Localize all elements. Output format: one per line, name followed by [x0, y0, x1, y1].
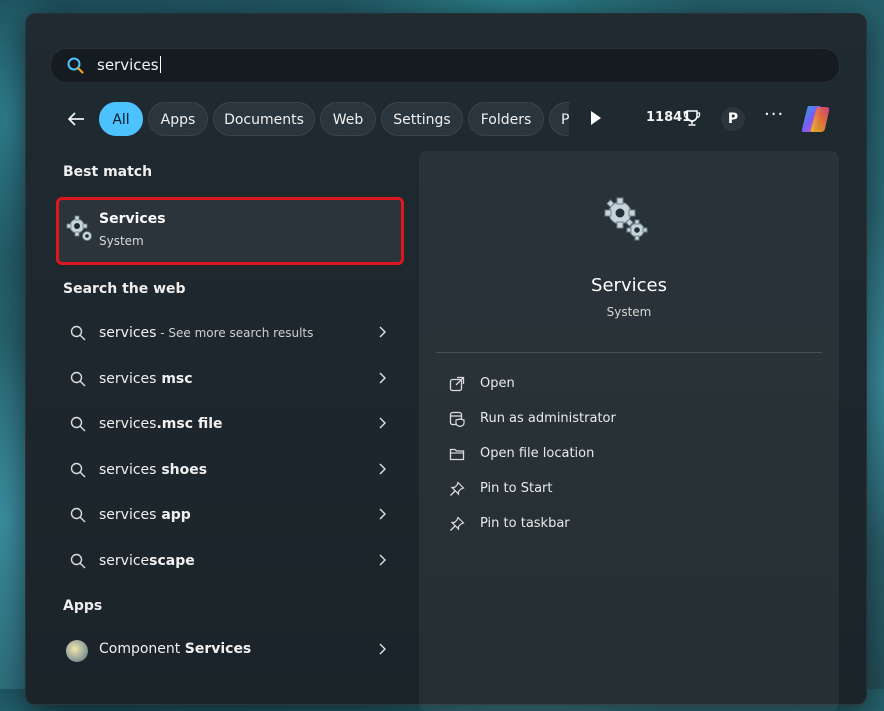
chevron-right-icon: [379, 508, 386, 520]
search-icon: [70, 416, 86, 432]
trophy-icon[interactable]: [683, 109, 701, 127]
best-match-heading: Best match: [63, 164, 153, 180]
web-result[interactable]: services.msc file: [56, 405, 404, 445]
scroll-right-arrow-icon[interactable]: [591, 111, 601, 125]
account-avatar[interactable]: P: [721, 107, 745, 131]
best-match-subtitle: System: [99, 234, 144, 248]
pin-icon: [450, 481, 465, 496]
search-web-heading: Search the web: [63, 281, 186, 297]
search-icon: [70, 371, 86, 387]
web-result[interactable]: services app: [56, 496, 404, 536]
chevron-right-icon: [379, 554, 386, 566]
component-services-icon: [66, 640, 88, 662]
folder-icon: [449, 448, 465, 461]
web-result[interactable]: services msc: [56, 360, 404, 400]
search-icon: [70, 553, 86, 569]
tab-all[interactable]: All: [99, 102, 143, 136]
action-pin-to-start[interactable]: Pin to Start: [447, 475, 817, 505]
tab-apps[interactable]: Apps: [148, 102, 208, 136]
chevron-right-icon: [379, 372, 386, 384]
app-result-component-services[interactable]: Component Services: [56, 631, 404, 671]
preview-pane: Services System Open Run as administrato…: [419, 151, 839, 711]
web-result[interactable]: services - See more search results: [56, 314, 404, 354]
open-external-icon: [449, 376, 465, 392]
chevron-right-icon: [379, 643, 386, 655]
preview-subtitle: System: [606, 305, 652, 319]
search-icon: [70, 462, 86, 478]
filter-bar: All Apps Documents Web Settings Folders …: [60, 101, 840, 137]
admin-shield-icon: [449, 411, 465, 427]
web-result[interactable]: servicescape: [56, 542, 404, 582]
chevron-right-icon: [379, 326, 386, 338]
tab-web[interactable]: Web: [320, 102, 376, 136]
search-icon: [70, 325, 86, 341]
search-box[interactable]: services: [50, 48, 840, 83]
pin-icon: [450, 516, 465, 531]
preview-title: Services: [591, 275, 667, 296]
tab-folders[interactable]: Folders: [468, 102, 544, 136]
action-open-file-location[interactable]: Open file location: [447, 440, 817, 470]
tab-settings[interactable]: Settings: [381, 102, 463, 136]
services-gear-icon: [604, 197, 648, 241]
copilot-icon[interactable]: [799, 103, 833, 135]
search-input[interactable]: services: [97, 56, 161, 74]
services-gear-icon: [66, 215, 92, 241]
chevron-right-icon: [379, 417, 386, 429]
divider: [436, 352, 822, 353]
more-options-icon[interactable]: ···: [764, 104, 784, 125]
web-result[interactable]: services shoes: [56, 451, 404, 491]
tab-documents[interactable]: Documents: [213, 102, 315, 136]
back-arrow-icon[interactable]: [65, 108, 87, 130]
search-icon: [67, 57, 84, 74]
search-icon: [70, 507, 86, 523]
chevron-right-icon: [379, 463, 386, 475]
best-match-title: Services: [99, 211, 166, 227]
text-caret: [159, 56, 161, 73]
best-match-services[interactable]: Services System: [56, 197, 404, 265]
tab-photos-truncated[interactable]: P: [549, 102, 569, 136]
action-open[interactable]: Open: [447, 370, 817, 400]
apps-heading: Apps: [63, 598, 103, 614]
action-run-as-administrator[interactable]: Run as administrator: [447, 405, 817, 435]
action-pin-to-taskbar[interactable]: Pin to taskbar: [447, 510, 817, 540]
